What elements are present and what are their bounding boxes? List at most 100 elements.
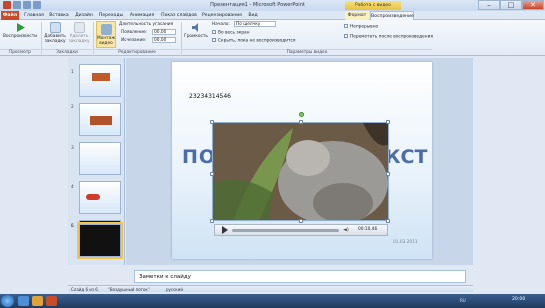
slide-number: 6 — [71, 224, 74, 229]
maximize-button[interactable]: □ — [500, 0, 522, 10]
resize-handle[interactable] — [386, 219, 390, 223]
start-label: Начало: — [212, 22, 230, 27]
slide-title-right[interactable]: КСТ — [385, 146, 427, 168]
add-bookmark-label: Добавить закладку — [44, 34, 66, 44]
tab-file[interactable]: Файл — [1, 11, 19, 20]
video-frame[interactable] — [212, 122, 389, 221]
status-bar: Слайд 6 из 6 "Воздушный поток" русский — [68, 285, 473, 292]
folder-icon[interactable] — [32, 296, 43, 306]
slide-thumbnail-3[interactable] — [79, 142, 121, 175]
resize-handle[interactable] — [210, 172, 214, 176]
slide-info: Слайд 6 из 6 — [71, 287, 98, 292]
checkbox-icon — [344, 24, 348, 28]
slide-number: 2 — [71, 105, 74, 110]
system-tray[interactable]: RU — [460, 298, 466, 303]
start-button[interactable] — [1, 295, 14, 307]
speaker-icon — [191, 22, 202, 33]
explorer-icon[interactable] — [18, 296, 29, 306]
hide-label: Скрыть, пока не воспроизводится — [218, 38, 296, 44]
rewind-label: Перемотать после воспроизведения — [350, 34, 433, 40]
resize-handle[interactable] — [299, 219, 303, 223]
player-play-button[interactable] — [221, 226, 229, 234]
volume-label: Громкость — [184, 34, 208, 39]
trim-video-label: Монтаж видео — [97, 36, 116, 46]
group-preview-label: Просмотр — [0, 49, 40, 55]
koala-video-image — [213, 123, 388, 220]
minimize-button[interactable]: – — [478, 0, 500, 10]
loop-label: Непрерывно — [350, 24, 379, 30]
slide-thumbnail-1[interactable] — [79, 64, 121, 97]
tab-animation[interactable]: Анимация — [128, 11, 156, 20]
volume-button[interactable]: Громкость — [184, 22, 208, 39]
slide-thumbnail-2[interactable] — [79, 103, 121, 136]
left-margin — [0, 58, 68, 294]
add-bookmark-icon — [49, 22, 61, 33]
remove-bookmark-button[interactable]: Удалить закладку — [68, 22, 90, 44]
start-dropdown[interactable]: По щелчку — [234, 21, 276, 27]
resize-handle[interactable] — [386, 172, 390, 176]
undo-icon[interactable] — [23, 1, 31, 9]
fade-out-label: Исчезание: — [121, 38, 147, 43]
resize-handle[interactable] — [210, 120, 214, 124]
slide-date: 01.03.2011 — [393, 240, 418, 245]
volume-icon[interactable]: ◄) — [343, 227, 349, 233]
tab-insert[interactable]: Вставка — [47, 11, 71, 20]
slide-text[interactable]: 23234314546 — [189, 93, 231, 100]
resize-handle[interactable] — [210, 219, 214, 223]
slide-thumbnail-4[interactable] — [79, 181, 121, 214]
notes-pane[interactable]: Заметки к слайду — [134, 270, 466, 283]
playback-time: 00:10,46 — [358, 227, 378, 232]
fullscreen-label: Во весь экран — [218, 30, 250, 36]
tab-review[interactable]: Рецензирование — [202, 11, 242, 20]
resize-handle[interactable] — [386, 120, 390, 124]
tab-slideshow[interactable]: Показ слайдов — [160, 11, 198, 20]
trim-video-button[interactable]: Монтаж видео — [96, 21, 116, 48]
fade-in-input[interactable]: 00,00 — [152, 29, 176, 35]
remove-bookmark-label: Удалить закладку — [68, 34, 90, 44]
tab-transitions[interactable]: Переходы — [97, 11, 125, 20]
seek-bar[interactable] — [232, 229, 339, 232]
tab-playback[interactable]: Воспроизведение — [370, 11, 414, 20]
tab-view[interactable]: Вид — [246, 11, 260, 20]
trim-video-icon — [100, 24, 112, 35]
powerpoint-logo-icon[interactable] — [3, 1, 11, 9]
tab-home[interactable]: Главная — [22, 11, 46, 20]
video-tools-context-title: Работа с видео — [345, 1, 401, 10]
slide-thumbnail-6[interactable] — [77, 222, 123, 259]
language[interactable]: русский — [166, 287, 183, 292]
fade-out-input[interactable]: 00,00 — [152, 37, 176, 43]
group-bookmarks-label: Закладки — [42, 49, 92, 55]
play-icon — [222, 226, 228, 234]
add-bookmark-button[interactable]: Добавить закладку — [44, 22, 66, 44]
rewind-checkbox[interactable]: Перемотать после воспроизведения — [344, 34, 433, 40]
slide-number: 4 — [71, 185, 74, 190]
theme-name: "Воздушный поток" — [108, 287, 150, 292]
powerpoint-taskbar-icon[interactable] — [46, 296, 57, 306]
clock[interactable]: 20:00 — [512, 297, 525, 302]
resize-handle[interactable] — [299, 120, 303, 124]
fade-duration-label: Длительность угасания — [119, 22, 174, 27]
close-button[interactable]: ✕ — [522, 0, 544, 10]
slide-number: 1 — [71, 70, 74, 75]
play-label: Воспроизвести — [2, 34, 38, 39]
tab-design[interactable]: Дизайн — [72, 11, 96, 20]
rotate-handle[interactable] — [299, 112, 304, 117]
play-button[interactable]: Воспроизвести — [2, 22, 38, 39]
tab-format[interactable]: Формат — [345, 11, 369, 20]
fullscreen-checkbox[interactable]: Во весь экран — [212, 30, 250, 36]
hide-checkbox[interactable]: Скрыть, пока не воспроизводится — [212, 38, 295, 44]
group-editing-label: Редактирование — [94, 49, 180, 55]
ribbon-tabs: Файл Главная Вставка Дизайн Переходы Ани… — [0, 11, 545, 20]
play-icon — [15, 22, 26, 33]
right-margin — [473, 58, 545, 294]
checkbox-icon — [212, 30, 216, 34]
window-title: Презентация1 - Microsoft PowerPoint — [210, 2, 305, 8]
group-video-options-label: Параметры видео — [182, 49, 432, 55]
notes-placeholder: Заметки к слайду — [139, 274, 191, 280]
redo-icon[interactable] — [33, 1, 41, 9]
save-icon[interactable] — [13, 1, 21, 9]
ribbon: Воспроизвести Просмотр Добавить закладку… — [0, 20, 545, 56]
loop-checkbox[interactable]: Непрерывно — [344, 24, 378, 30]
checkbox-icon — [212, 38, 216, 42]
quick-access-toolbar — [3, 1, 41, 9]
